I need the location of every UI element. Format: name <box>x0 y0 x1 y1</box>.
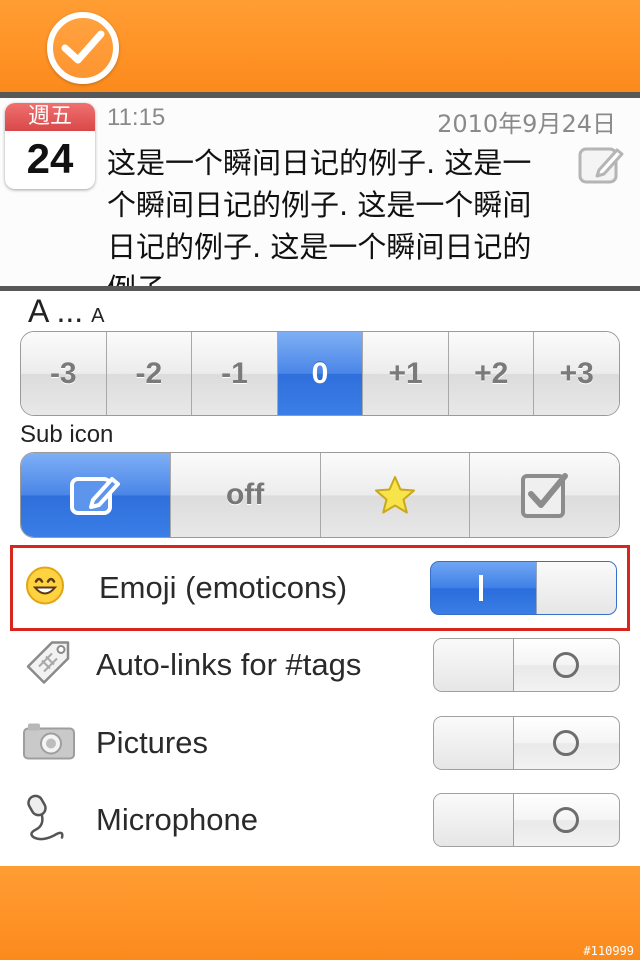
entry-preview: 週五 24 11:15 2010年9月24日 这是一个瞬间日记的例子. 这是一个… <box>0 98 640 286</box>
microphone-icon <box>22 792 70 849</box>
font-size-option-minus-2[interactable]: -2 <box>106 332 193 415</box>
sub-icon-label: Sub icon <box>20 421 114 448</box>
star-icon <box>374 476 415 514</box>
watermark-text: #110999 <box>583 944 634 958</box>
font-size-option-minus-3[interactable]: -3 <box>21 332 107 415</box>
checkmark-circle-icon[interactable] <box>47 12 119 84</box>
font-size-label: A ... A <box>28 293 104 330</box>
toggle-knob[interactable] <box>536 562 616 614</box>
toggle-off-glyph <box>553 652 579 678</box>
checkbox-icon <box>520 473 568 518</box>
calendar-day: 24 <box>26 135 74 182</box>
settings-panel: A ... A -3 -2 -1 0 +1 +2 +3 Sub icon off <box>0 291 640 866</box>
emoji-smile-icon <box>25 566 65 611</box>
font-size-option-plus-2[interactable]: +2 <box>448 332 535 415</box>
option-label-autolinks: Auto-links for #tags <box>96 647 362 682</box>
toggle-knob[interactable] <box>434 794 514 846</box>
option-label-microphone: Microphone <box>96 802 258 837</box>
microphone-toggle[interactable] <box>433 793 620 847</box>
calendar-badge: 週五 24 <box>5 103 95 189</box>
toggle-off-glyph <box>553 730 579 756</box>
camera-icon <box>22 721 76 766</box>
top-bar <box>0 0 640 92</box>
option-row-autolinks: Auto-links for #tags <box>10 626 630 704</box>
option-label-emoji: Emoji (emoticons) <box>99 570 348 605</box>
font-size-label-small: A <box>91 305 105 327</box>
pictures-toggle[interactable] <box>433 716 620 770</box>
autolinks-toggle[interactable] <box>433 638 620 692</box>
font-size-option-plus-1[interactable]: +1 <box>363 332 449 415</box>
edit-note-icon <box>577 144 625 191</box>
font-size-option-plus-3[interactable]: +3 <box>534 332 619 415</box>
calendar-weekday: 週五 <box>5 103 95 131</box>
entry-text: 这是一个瞬间日记的例子. 这是一个瞬间日记的例子. 这是一个瞬间日记的例子. 这… <box>107 146 532 286</box>
option-label-pictures: Pictures <box>96 725 208 760</box>
sub-icon-option-checkbox[interactable] <box>470 453 619 537</box>
bottom-bar: #110999 <box>0 866 640 960</box>
option-row-microphone: Microphone <box>10 781 630 859</box>
sub-icon-option-edit[interactable] <box>21 453 171 537</box>
emoji-toggle[interactable] <box>430 561 617 615</box>
entry-date: 2010年9月24日 <box>437 110 616 138</box>
toggle-off-glyph <box>553 807 579 833</box>
edit-note-icon <box>70 477 121 515</box>
font-size-selector: -3 -2 -1 0 +1 +2 +3 <box>20 331 620 416</box>
sub-icon-option-star[interactable] <box>320 453 471 537</box>
font-size-option-0[interactable]: 0 <box>277 332 364 415</box>
font-size-option-minus-1[interactable]: -1 <box>192 332 278 415</box>
toggle-knob[interactable] <box>434 717 514 769</box>
option-row-emoji: Emoji (emoticons) <box>10 545 630 631</box>
toggle-knob[interactable] <box>434 639 514 691</box>
sub-icon-option-off[interactable]: off <box>170 453 321 537</box>
option-row-pictures: Pictures <box>10 704 630 782</box>
font-size-label-large: A ... <box>28 293 84 329</box>
tag-icon <box>22 637 74 694</box>
toggle-on-glyph <box>479 575 483 601</box>
entry-time: 11:15 <box>107 104 166 131</box>
sub-icon-selector: off <box>20 452 620 538</box>
